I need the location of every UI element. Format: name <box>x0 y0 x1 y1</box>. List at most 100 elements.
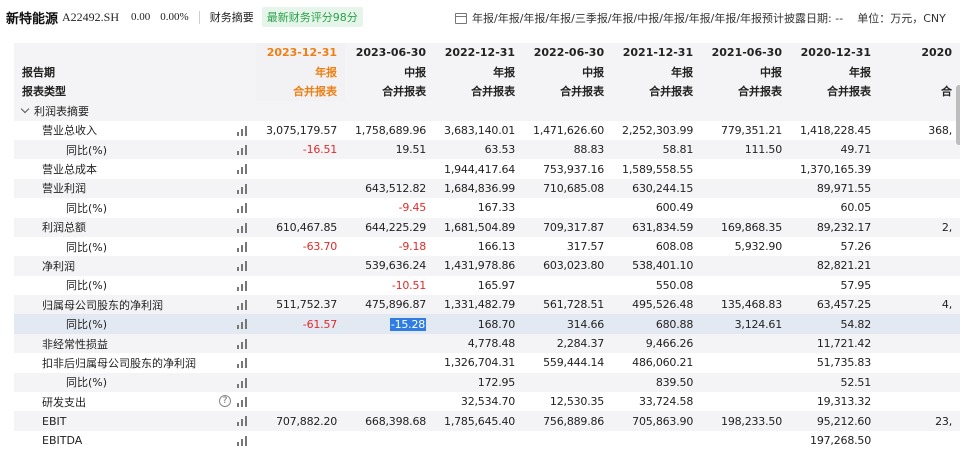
table-cell[interactable]: 3,075,179.57 <box>256 120 346 140</box>
table-cell[interactable] <box>879 275 960 296</box>
column-date[interactable]: 2020-12-31 <box>790 43 880 63</box>
table-cell[interactable]: 314.66 <box>523 314 613 334</box>
table-cell[interactable] <box>256 159 346 179</box>
table-cell[interactable]: 559,444.14 <box>523 353 613 373</box>
table-cell[interactable]: 1,418,228.45 <box>790 120 880 140</box>
table-cell[interactable]: 167.33 <box>434 198 524 218</box>
table-cell[interactable]: 1,944,417.64 <box>434 159 524 179</box>
table-cell[interactable]: 495,526.48 <box>612 295 702 315</box>
table-cell[interactable] <box>523 198 613 218</box>
table-cell[interactable] <box>345 392 435 412</box>
bar-chart-icon[interactable] <box>237 280 248 291</box>
table-cell[interactable] <box>701 333 790 354</box>
table-cell[interactable] <box>701 392 790 412</box>
table-cell[interactable]: 538,401.10 <box>612 256 702 276</box>
table-cell[interactable] <box>879 372 960 393</box>
table-cell[interactable]: 11,721.42 <box>790 333 880 354</box>
bar-chart-icon[interactable] <box>237 261 248 272</box>
table-cell[interactable] <box>345 333 435 354</box>
table-cell[interactable] <box>345 372 435 393</box>
bar-chart-icon[interactable] <box>237 144 248 155</box>
table-cell[interactable] <box>701 198 790 218</box>
table-cell[interactable]: 12,530.35 <box>523 392 613 412</box>
table-cell[interactable]: 166.13 <box>434 236 524 257</box>
table-cell[interactable] <box>523 372 613 393</box>
bar-chart-icon[interactable] <box>237 241 248 252</box>
table-cell[interactable]: 2,284.37 <box>523 333 613 354</box>
table-cell[interactable]: 550.08 <box>612 275 702 296</box>
table-cell[interactable]: 95,212.60 <box>790 411 880 431</box>
table-cell[interactable]: 63,457.25 <box>790 295 880 315</box>
table-cell[interactable]: -9.45 <box>345 198 435 218</box>
table-cell[interactable] <box>701 275 790 296</box>
table-cell[interactable]: 317.57 <box>523 236 613 257</box>
bar-chart-icon[interactable] <box>237 397 248 408</box>
table-cell[interactable]: 475,896.87 <box>345 295 435 315</box>
table-cell[interactable]: 610,467.85 <box>256 217 346 237</box>
table-cell[interactable]: 1,785,645.40 <box>434 411 524 431</box>
table-cell[interactable]: 57.95 <box>790 275 880 296</box>
table-cell[interactable]: -16.51 <box>256 139 346 160</box>
table-cell[interactable]: 608.08 <box>612 236 702 257</box>
table-cell[interactable] <box>345 430 435 451</box>
table-cell[interactable] <box>434 430 524 451</box>
table-cell[interactable]: 680.88 <box>612 314 702 334</box>
table-cell[interactable]: 52.51 <box>790 372 880 393</box>
column-date[interactable]: 2022-12-31 <box>434 43 524 63</box>
table-cell[interactable]: 630,244.15 <box>612 178 702 199</box>
table-cell[interactable] <box>879 236 960 257</box>
column-date[interactable]: 2022-06-30 <box>523 43 613 63</box>
table-cell[interactable]: 172.95 <box>434 372 524 393</box>
table-cell[interactable]: 368, <box>879 120 960 140</box>
table-cell[interactable] <box>879 333 960 354</box>
table-cell[interactable] <box>345 159 435 179</box>
table-cell[interactable] <box>701 430 790 451</box>
vertical-scrollbar[interactable] <box>956 85 960 145</box>
table-cell[interactable]: 511,752.37 <box>256 295 346 315</box>
table-cell[interactable]: 643,512.82 <box>345 178 435 199</box>
table-cell[interactable]: 111.50 <box>701 139 790 160</box>
table-cell[interactable]: 198,233.50 <box>701 411 790 431</box>
table-cell[interactable]: 1,589,558.55 <box>612 159 702 179</box>
table-cell[interactable] <box>701 353 790 373</box>
table-cell[interactable] <box>879 139 960 160</box>
table-cell[interactable]: 2,252,303.99 <box>612 120 702 140</box>
table-cell[interactable] <box>701 256 790 276</box>
section-row[interactable]: 利润表摘要 <box>14 101 960 121</box>
table-cell[interactable]: 49.71 <box>790 139 880 160</box>
bar-chart-icon[interactable] <box>237 358 248 369</box>
table-cell[interactable]: 3,124.61 <box>701 314 790 334</box>
table-cell[interactable]: 561,728.51 <box>523 295 613 315</box>
bar-chart-icon[interactable] <box>237 300 248 311</box>
bar-chart-icon[interactable] <box>237 338 248 349</box>
table-cell[interactable]: 1,758,689.96 <box>345 120 435 140</box>
bar-chart-icon[interactable] <box>237 377 248 388</box>
table-cell[interactable] <box>256 353 346 373</box>
table-cell[interactable] <box>879 430 960 451</box>
table-cell[interactable] <box>256 392 346 412</box>
table-cell[interactable]: 1,681,504.89 <box>434 217 524 237</box>
table-cell[interactable]: -61.57 <box>256 314 346 334</box>
report-period-filter[interactable]: 年报/年报/年报/年报/三季报/年报/中报/年报/年报/年报/年报预计披露日期:… <box>472 10 843 26</box>
table-cell[interactable]: 19,313.32 <box>790 392 880 412</box>
table-cell[interactable]: 197,268.50 <box>790 430 880 451</box>
table-cell[interactable]: 33,724.58 <box>612 392 702 412</box>
table-cell[interactable]: 709,317.87 <box>523 217 613 237</box>
bar-chart-icon[interactable] <box>237 125 248 136</box>
table-cell[interactable]: 57.26 <box>790 236 880 257</box>
table-cell[interactable] <box>345 353 435 373</box>
table-cell[interactable] <box>701 159 790 179</box>
table-cell[interactable]: 710,685.08 <box>523 178 613 199</box>
table-cell[interactable] <box>879 392 960 412</box>
column-date[interactable]: 2020 <box>879 43 960 63</box>
table-cell[interactable]: 168.70 <box>434 314 524 334</box>
table-cell[interactable]: 51,735.83 <box>790 353 880 373</box>
table-cell[interactable] <box>256 430 346 451</box>
table-cell[interactable]: 779,351.21 <box>701 120 790 140</box>
table-cell[interactable]: 88.83 <box>523 139 613 160</box>
tab-financial-summary[interactable]: 财务摘要 <box>210 9 254 25</box>
table-cell[interactable]: 839.50 <box>612 372 702 393</box>
table-cell[interactable]: 1,370,165.39 <box>790 159 880 179</box>
table-cell[interactable]: 1,471,626.60 <box>523 120 613 140</box>
table-cell[interactable]: 539,636.24 <box>345 256 435 276</box>
